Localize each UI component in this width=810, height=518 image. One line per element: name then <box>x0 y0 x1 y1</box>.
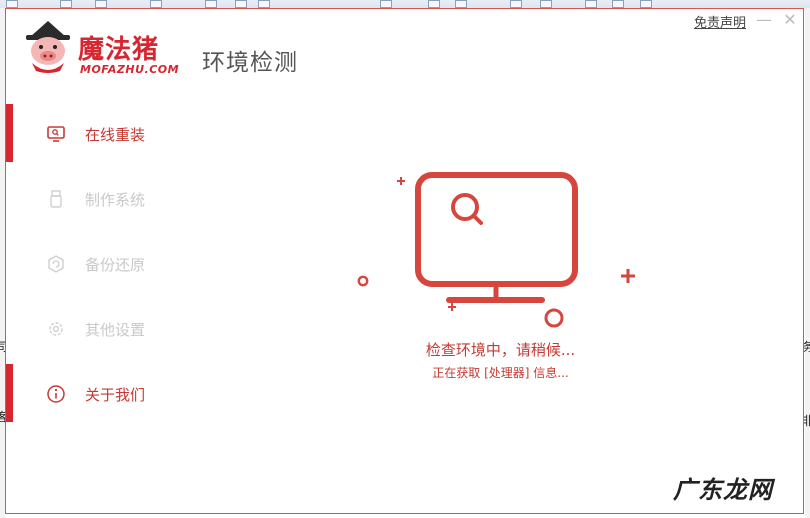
desktop-toolbar-strip <box>0 0 810 8</box>
sidebar-nav: 在线重装 制作系统 备份还原 其他设置 关于我们 <box>6 104 176 434</box>
desktop-toolbar-icon[interactable] <box>380 0 392 8</box>
sidebar-item-label: 备份还原 <box>85 256 146 274</box>
sidebar-item-online-reinstall[interactable]: 在线重装 <box>6 104 176 162</box>
desktop-toolbar-icon[interactable] <box>428 0 440 8</box>
sidebar-item-make-system[interactable]: 制作系统 <box>6 169 176 227</box>
brand-domain: MOFAZHU.COM <box>80 63 180 76</box>
sidebar-item-backup-restore[interactable]: 备份还原 <box>6 234 176 292</box>
desktop-toolbar-icon[interactable] <box>585 0 597 8</box>
desktop-toolbar-icon[interactable] <box>150 0 162 8</box>
sidebar-item-label: 其他设置 <box>85 321 146 339</box>
sidebar-item-label: 关于我们 <box>85 386 146 404</box>
minimize-button[interactable]: — <box>753 9 775 31</box>
environment-check-illustration <box>356 169 646 329</box>
status-detail: 正在获取 [处理器] 信息... <box>432 366 569 380</box>
disclaimer-link[interactable]: 免责声明 <box>694 12 746 31</box>
desktop-toolbar-icon[interactable] <box>510 0 522 8</box>
status-message: 检查环境中，请稍候... <box>425 341 576 359</box>
desktop-toolbar-icon[interactable] <box>205 0 217 8</box>
info-icon <box>47 385 65 403</box>
site-watermark: 广东龙网 <box>673 476 773 504</box>
gear-icon <box>49 322 63 336</box>
active-indicator <box>6 104 13 162</box>
desktop-toolbar-icon[interactable] <box>258 0 270 8</box>
brand-logo: 魔法猪 MOFAZHU.COM <box>20 19 190 79</box>
desktop-toolbar-icon[interactable] <box>612 0 624 8</box>
close-button[interactable]: ✕ <box>779 9 801 31</box>
brand-name: 魔法猪 <box>78 35 160 65</box>
window-title: 环境检测 <box>202 50 298 76</box>
desktop-right-edge <box>805 8 810 518</box>
desktop-toolbar-icon[interactable] <box>455 0 467 8</box>
sidebar-item-label: 制作系统 <box>85 191 146 209</box>
installer-window: 魔法猪 MOFAZHU.COM 环境检测 免责声明 — ✕ 在线重装 制作系统 <box>5 8 804 514</box>
desktop-toolbar-icon[interactable] <box>235 0 247 8</box>
sidebar-item-label: 在线重装 <box>85 126 146 144</box>
window-header: 魔法猪 MOFAZHU.COM 环境检测 免责声明 — ✕ <box>6 9 803 89</box>
backup-icon <box>48 255 64 273</box>
desktop-toolbar-icon[interactable] <box>640 0 652 8</box>
monitor-icon <box>47 126 65 142</box>
desktop-toolbar-icon[interactable] <box>95 0 107 8</box>
desktop-toolbar-icon[interactable] <box>540 0 552 8</box>
desktop-toolbar-icon[interactable] <box>6 0 18 8</box>
usb-icon <box>50 190 62 208</box>
desktop-toolbar-icon[interactable] <box>60 0 72 8</box>
pig-mascot-icon <box>26 21 70 73</box>
